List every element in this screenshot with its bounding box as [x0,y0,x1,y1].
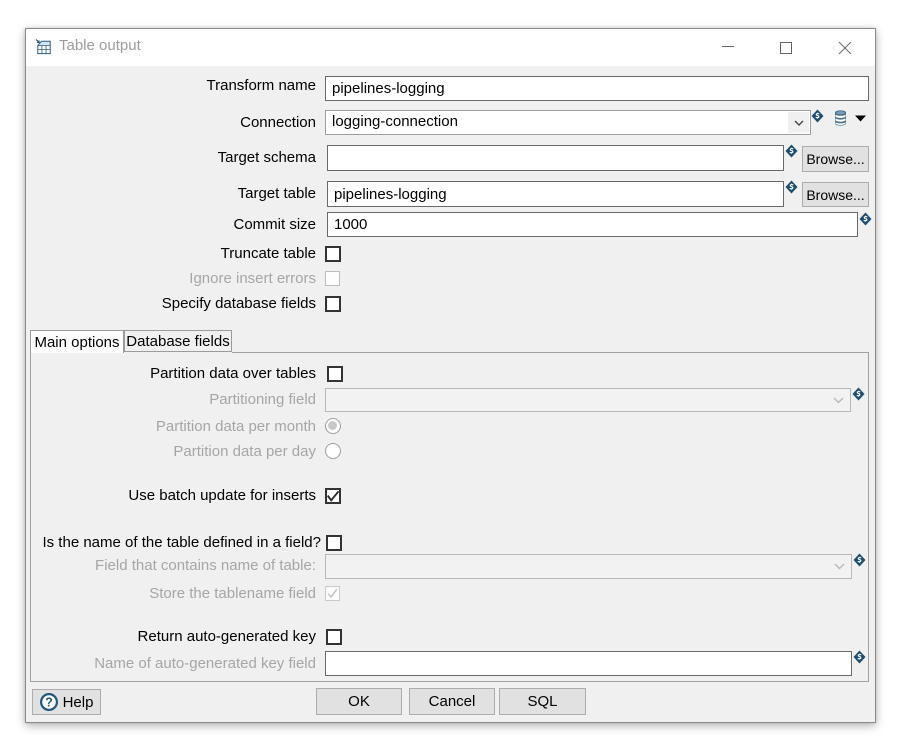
svg-text:?: ? [45,696,53,710]
